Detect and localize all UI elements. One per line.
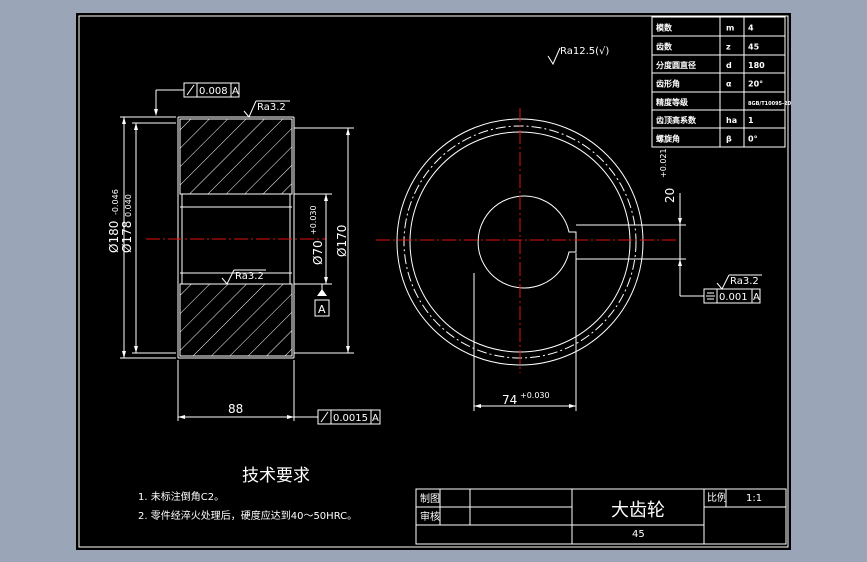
- general-roughness-text: Ra12.5(√): [560, 46, 609, 57]
- part-name: 大齿轮: [611, 500, 665, 521]
- drawing-border: [78, 15, 789, 548]
- roughness-top: Ra3.2: [243, 100, 290, 118]
- symmetry-frame: 0.001 A: [679, 288, 761, 304]
- param-name: 齿形角: [656, 79, 680, 89]
- dim-width: 88: [228, 402, 243, 416]
- runout-frame-top: 0.008 A: [154, 82, 240, 116]
- tech-req-title: 技术要求: [242, 466, 310, 486]
- runout-bottom-ref: A: [372, 413, 379, 424]
- right-view: 20 +0.021 74 +0.030 0.001 A Ra3.2: [376, 108, 762, 411]
- param-name: 分度圆直径: [656, 60, 696, 70]
- dim-bore-dia: Ø70: [311, 240, 325, 265]
- material: 45: [632, 529, 645, 540]
- svg-text:Ra3.2: Ra3.2: [730, 276, 759, 287]
- section-hatch-top: [179, 118, 293, 195]
- tech-requirements: 技术要求 1. 未标注倒角C2。 2. 零件经淬火处理后，硬度应达到40～50H…: [138, 466, 357, 522]
- checked-label: 审核: [420, 510, 440, 523]
- dim-keyway-width: 20: [663, 188, 677, 203]
- param-name: 模数: [656, 23, 673, 33]
- runout-frame-bottom: 0.0015 A: [294, 409, 381, 425]
- param-symbol: ha: [726, 116, 737, 125]
- param-value: 0°: [748, 135, 758, 144]
- dim-hub-dia: Ø170: [335, 225, 349, 257]
- dim-outer-dia: Ø180: [107, 221, 121, 253]
- svg-text:Ra3.2: Ra3.2: [257, 102, 286, 113]
- param-symbol: d: [726, 61, 732, 70]
- param-value: 180: [748, 61, 765, 70]
- param-name: 齿数: [656, 42, 673, 52]
- tech-req-item-2: 2. 零件经淬火处理后，硬度应达到40～50HRC。: [138, 509, 357, 522]
- runout-top-ref: A: [232, 86, 239, 97]
- dim-keyway-depth-tol: +0.030: [520, 391, 550, 400]
- section-hatch-bottom: [179, 283, 293, 357]
- param-symbol: β: [726, 135, 732, 144]
- dim-keyway-depth: 74: [502, 393, 517, 407]
- param-symbol: α: [726, 80, 732, 89]
- param-value: 1: [748, 116, 754, 125]
- symmetry-ref: A: [753, 292, 760, 303]
- param-value: 8GB/T10095-2008: [748, 101, 791, 107]
- svg-text:A: A: [318, 303, 326, 316]
- param-symbol: z: [726, 43, 731, 52]
- param-name: 齿顶高系数: [656, 115, 697, 125]
- dim-second-dia-tol: 0.040: [124, 194, 133, 217]
- drawn-label: 制图: [420, 492, 440, 505]
- param-value: 45: [748, 43, 760, 52]
- dim-outer-dia-tol: -0.046: [111, 189, 120, 215]
- dim-keyway-width-tol: +0.021: [659, 148, 668, 178]
- general-roughness: Ra12.5(√): [547, 46, 609, 66]
- param-name: 螺旋角: [656, 134, 680, 144]
- svg-text:Ra3.2: Ra3.2: [235, 271, 264, 282]
- dim-bore-dia-tol: +0.030: [309, 205, 318, 235]
- runout-top-value: 0.008: [199, 86, 228, 97]
- runout-bottom-value: 0.0015: [333, 413, 368, 424]
- param-symbol: m: [726, 24, 734, 33]
- roughness-bore: Ra3.2: [221, 269, 266, 285]
- dim-second-dia: Ø178: [120, 221, 134, 253]
- param-name: 精度等级: [656, 97, 689, 107]
- roughness-key: Ra3.2: [716, 274, 762, 290]
- tech-req-item-1: 1. 未标注倒角C2。: [138, 490, 224, 503]
- symmetry-value: 0.001: [719, 292, 748, 303]
- scale-value: 1:1: [746, 493, 762, 504]
- datum-a: A: [314, 284, 330, 317]
- drawing-sheet: 模数 m 4 齿数 z 45 分度圆直径 d 180 齿形角 α 20° 精度等级 8GB/T10095-…: [76, 13, 791, 550]
- title-block: [415, 488, 787, 545]
- param-value: 20°: [748, 80, 763, 89]
- scale-label: 比例: [707, 491, 727, 504]
- param-value: 4: [748, 24, 754, 33]
- param-table-text: 模数 m 4 齿数 z 45 分度圆直径 d 180 齿形角 α 20° 精度等级 8GB/T10095-…: [656, 23, 791, 144]
- left-view: Ø180 -0.046 Ø178 0.040 Ø70 +0.030 Ø170 8…: [107, 82, 381, 425]
- bore-keyway: [477, 195, 577, 289]
- drawing-canvas: 模数 m 4 齿数 z 45 分度圆直径 d 180 齿形角 α 20° 精度等级 8GB/T10095-…: [78, 15, 791, 548]
